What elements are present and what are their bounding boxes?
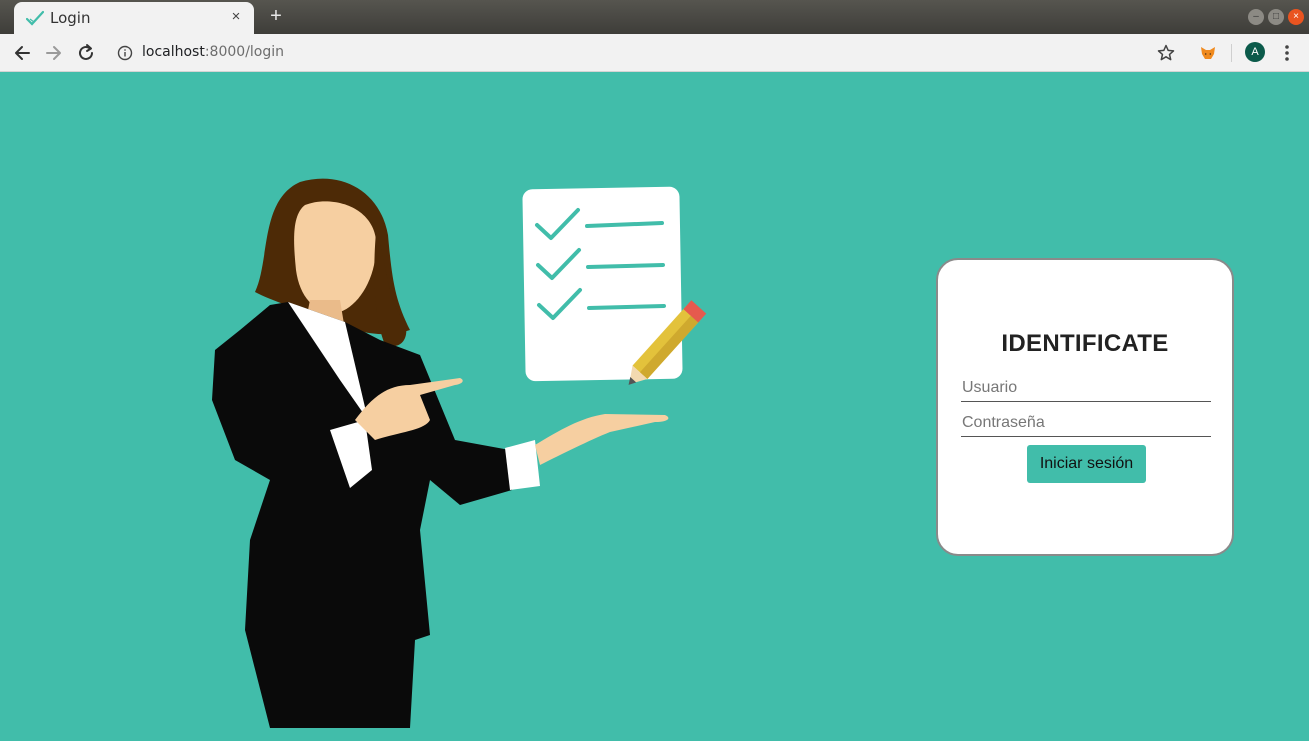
login-card: IDENTIFICATE Iniciar sesión <box>936 258 1234 556</box>
login-title: IDENTIFICATE <box>1001 330 1169 357</box>
login-button[interactable]: Iniciar sesión <box>1027 445 1146 483</box>
username-field[interactable] <box>961 376 1211 402</box>
fox-extension-icon[interactable] <box>1199 44 1217 62</box>
url-path: :8000/login <box>204 44 285 60</box>
window-minimize-icon[interactable]: – <box>1248 9 1264 25</box>
window-close-icon[interactable]: × <box>1288 9 1304 25</box>
profile-avatar[interactable]: A <box>1245 42 1265 62</box>
back-arrow-icon[interactable] <box>11 42 33 64</box>
login-page: IDENTIFICATE Iniciar sesión <box>0 72 1309 741</box>
browser-tab[interactable]: Login × <box>14 2 254 34</box>
tab-title: Login <box>50 9 91 27</box>
forward-arrow-icon[interactable] <box>43 42 65 64</box>
window-maximize-icon[interactable]: □ <box>1268 9 1284 25</box>
browser-menu-icon[interactable] <box>1278 43 1296 63</box>
password-field[interactable] <box>961 411 1211 437</box>
tab-close-icon[interactable]: × <box>228 8 244 26</box>
businesswoman-checklist-illustration <box>212 178 707 728</box>
browser-titlebar: Login × + – □ × <box>0 0 1309 34</box>
new-tab-icon[interactable]: + <box>266 6 286 26</box>
toolbar-separator <box>1231 44 1232 62</box>
bookmark-star-icon[interactable] <box>1156 43 1176 63</box>
address-bar[interactable]: localhost:8000/login <box>142 44 284 60</box>
browser-toolbar: localhost:8000/login A <box>0 34 1309 72</box>
site-info-icon[interactable] <box>117 45 133 61</box>
checkmark-favicon-icon <box>26 10 44 26</box>
url-host: localhost <box>142 44 205 60</box>
reload-icon[interactable] <box>75 42 97 64</box>
